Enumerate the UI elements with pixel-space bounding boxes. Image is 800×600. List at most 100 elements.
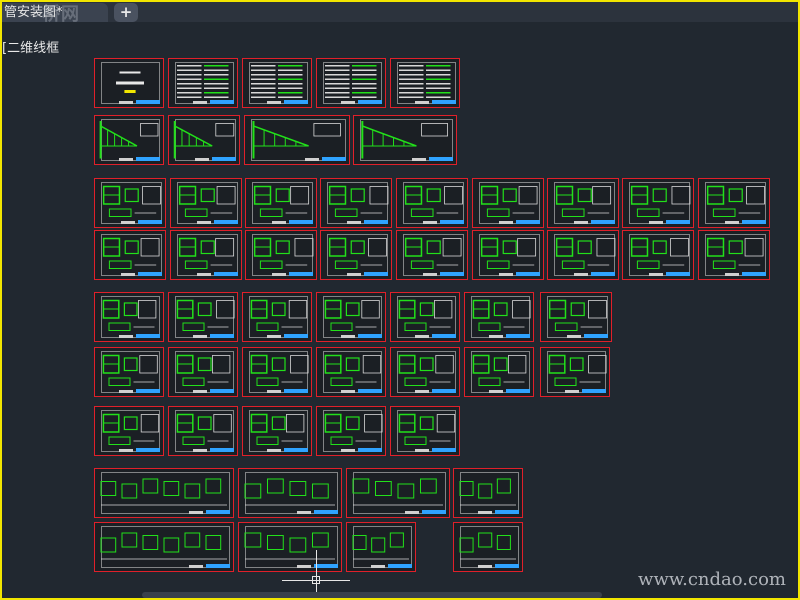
sheet-title-block — [212, 157, 236, 161]
drawing-linework — [325, 65, 350, 67]
drawing-linework — [478, 532, 493, 548]
drawing-sheet[interactable] — [168, 58, 238, 108]
drawing-sheet[interactable] — [94, 230, 166, 280]
drawing-linework — [426, 83, 451, 85]
drawing-sheet[interactable] — [170, 178, 242, 228]
drawing-sheet[interactable] — [242, 58, 312, 108]
drawing-sheet[interactable] — [622, 230, 694, 280]
drawing-sheet[interactable] — [353, 115, 457, 165]
drawing-sheet[interactable] — [464, 347, 534, 397]
drawing-sheet[interactable] — [94, 115, 164, 165]
drawing-sheet[interactable] — [396, 230, 468, 280]
drawing-linework — [652, 240, 667, 255]
drawing-linework — [184, 260, 208, 269]
drawing-sheet[interactable] — [390, 347, 460, 397]
sheet-title-text — [649, 273, 663, 276]
drawing-sheet[interactable] — [94, 292, 164, 342]
watermark-top: 桥网 — [42, 4, 80, 25]
drawing-linework — [588, 355, 607, 374]
sheet-title-text — [267, 390, 281, 393]
drawing-sheet[interactable] — [316, 347, 386, 397]
drawing-sheet[interactable] — [346, 468, 450, 518]
drawing-linework — [140, 123, 159, 137]
drawing-sheet[interactable] — [94, 347, 164, 397]
drawing-sheet[interactable] — [316, 406, 386, 456]
drawing-sheet[interactable] — [242, 406, 312, 456]
drawing-sheet[interactable] — [698, 230, 770, 280]
drawing-sheet[interactable] — [168, 347, 238, 397]
model-space-canvas[interactable] — [2, 2, 798, 598]
drawing-sheet[interactable] — [390, 406, 460, 456]
drawing-sheet[interactable] — [540, 292, 612, 342]
drawing-sheet[interactable] — [390, 58, 460, 108]
drawing-sheet[interactable] — [94, 468, 234, 518]
drawing-linework — [140, 414, 160, 433]
drawing-sheet[interactable] — [453, 522, 523, 572]
drawing-linework — [435, 355, 454, 374]
drawing-sheet[interactable] — [316, 58, 386, 108]
drawing-linework — [364, 414, 383, 433]
drawing-linework — [138, 300, 157, 319]
drawing-sheet[interactable] — [472, 230, 544, 280]
drawing-linework — [213, 414, 232, 433]
watermark-text: www.cndao.com — [638, 569, 786, 590]
new-tab-plus-icon[interactable]: + — [114, 3, 138, 22]
sheet-title-block — [358, 334, 382, 338]
drawing-sheet[interactable] — [547, 178, 619, 228]
drawing-linework — [108, 260, 132, 269]
drawing-sheet[interactable] — [390, 292, 460, 342]
drawing-sheet[interactable] — [94, 406, 164, 456]
drawing-linework — [100, 537, 117, 553]
drawing-sheet[interactable] — [94, 522, 234, 572]
drawing-linework — [426, 96, 451, 98]
sheet-title-text — [197, 221, 211, 224]
sheet-title-text — [567, 335, 581, 338]
drawing-linework — [251, 96, 276, 98]
drawing-sheet[interactable] — [540, 347, 610, 397]
sheet-title-block — [284, 448, 308, 452]
sheet-title-block — [136, 389, 160, 393]
drawing-linework — [278, 69, 303, 71]
drawing-linework — [486, 208, 510, 217]
drawing-linework — [330, 436, 353, 445]
drawing-sheet[interactable] — [346, 522, 416, 572]
viewport-visual-style-label[interactable]: [二维线框 — [2, 37, 59, 56]
drawing-sheet[interactable] — [242, 292, 312, 342]
drawing-sheet[interactable] — [238, 468, 342, 518]
drawing-sheet[interactable] — [464, 292, 534, 342]
drawing-sheet[interactable] — [168, 406, 238, 456]
drawing-sheet[interactable] — [244, 115, 350, 165]
horizontal-scrollbar[interactable] — [142, 592, 602, 598]
drawing-sheet[interactable] — [472, 178, 544, 228]
drawing-linework — [108, 377, 131, 386]
drawing-sheet[interactable] — [547, 230, 619, 280]
drawing-linework — [182, 377, 205, 386]
drawing-sheet[interactable] — [242, 347, 312, 397]
drawing-linework — [350, 240, 365, 255]
drawing-sheet[interactable] — [320, 178, 392, 228]
drawing-linework — [410, 260, 434, 269]
sheet-title-text — [341, 335, 355, 338]
drawing-sheet[interactable] — [453, 468, 523, 518]
drawing-linework — [352, 87, 377, 89]
drawing-linework — [204, 96, 229, 98]
drawing-sheet[interactable] — [622, 178, 694, 228]
drawing-sheet[interactable] — [245, 230, 317, 280]
drawing-sheet[interactable] — [396, 178, 468, 228]
drawing-sheet[interactable] — [168, 292, 238, 342]
drawing-sheet[interactable] — [245, 178, 317, 228]
drawing-sheet[interactable] — [238, 522, 342, 572]
sheet-title-block — [136, 448, 160, 452]
sheet-title-block — [516, 272, 540, 276]
drawing-sheet[interactable] — [320, 230, 392, 280]
drawing-linework — [204, 69, 229, 71]
drawing-sheet[interactable] — [316, 292, 386, 342]
drawing-linework — [215, 238, 235, 257]
drawing-linework — [288, 300, 308, 319]
drawing-sheet[interactable] — [698, 178, 770, 228]
drawing-sheet[interactable] — [170, 230, 242, 280]
drawing-sheet[interactable] — [168, 115, 240, 165]
drawing-sheet[interactable] — [94, 58, 164, 108]
drawing-linework — [278, 74, 303, 76]
drawing-sheet[interactable] — [94, 178, 166, 228]
